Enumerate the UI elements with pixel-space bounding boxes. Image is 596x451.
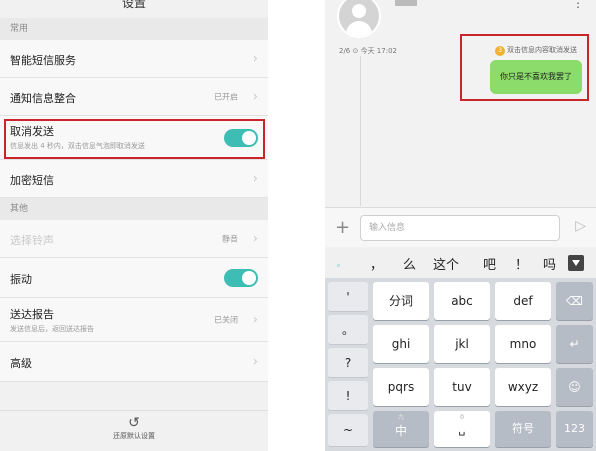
candidate-3[interactable]: 这个 <box>433 254 459 273</box>
row-smart-sms-label: 智能短信服务 <box>10 54 76 67</box>
key-fenci[interactable]: 分词 <box>373 282 429 320</box>
chevron-right-icon: › <box>252 231 258 246</box>
highlight-box-message <box>460 34 589 101</box>
key-chinese-label: 中 <box>394 424 407 438</box>
row-report-sub: 发送信息后，返回送达报告 <box>10 325 94 333</box>
thread-line <box>360 56 361 206</box>
chevron-right-icon: › <box>252 354 258 369</box>
highlight-box-cancel-send <box>4 119 265 159</box>
key-numbers[interactable]: 123 <box>556 411 593 447</box>
key-symbols[interactable]: 符号 <box>495 411 551 447</box>
row-advanced-label: 高级 <box>10 357 32 370</box>
hide-keyboard-icon[interactable] <box>568 255 584 271</box>
candidate-2[interactable]: 么 <box>403 254 416 273</box>
key-mno[interactable]: mno <box>495 325 551 363</box>
settings-title: 设置 <box>121 0 146 10</box>
key-pqrs[interactable]: pqrs <box>373 368 429 406</box>
row-ringtone-value: 静音 <box>222 234 238 243</box>
key-abc[interactable]: abc <box>434 282 490 320</box>
chevron-right-icon: › <box>252 171 258 186</box>
row-notify-value: 已开启 <box>214 92 238 101</box>
chat-screen: ⋮ 2/6 ⊙ 今天 17:02 3 双击信息内容取消发送 你只是不喜欢我罢了 +… <box>325 0 596 451</box>
space-icon: ␣ <box>458 423 466 436</box>
row-report-value: 已关闭 <box>214 315 238 324</box>
key-apostrophe[interactable]: ' <box>328 282 368 312</box>
row-ringtone[interactable]: 选择铃声 静音 › <box>0 220 268 258</box>
chevron-right-icon: › <box>252 312 258 327</box>
section-common: 常用 <box>0 18 268 40</box>
key-chinese-sub: 九 <box>397 414 404 421</box>
screenshot: 设置 常用 智能短信服务 › 通知信息整合 已开启 › 取消发送 信息发出 4 … <box>0 0 596 451</box>
key-question[interactable]: ? <box>328 348 368 378</box>
key-chinese[interactable]: 九 中 <box>373 411 429 447</box>
avatar-head-shape <box>352 4 366 18</box>
row-notify-merge[interactable]: 通知信息整合 已开启 › <box>0 78 268 116</box>
backspace-icon[interactable]: ⌫ <box>556 282 593 320</box>
section-other: 其他 <box>0 198 268 220</box>
reset-defaults-button[interactable]: ↺ 还原默认设置 <box>0 410 268 451</box>
settings-screen: 设置 常用 智能短信服务 › 通知信息整合 已开启 › 取消发送 信息发出 4 … <box>0 0 268 451</box>
chevron-right-icon: › <box>252 89 258 104</box>
row-smart-sms[interactable]: 智能短信服务 › <box>0 40 268 78</box>
row-delivery-report[interactable]: 送达报告 发送信息后，返回送达报告 已关闭 › <box>0 298 268 342</box>
row-encrypt-label: 加密短信 <box>10 174 54 187</box>
candidate-1[interactable]: ， <box>370 254 383 273</box>
message-meta: 2/6 ⊙ 今天 17:02 <box>339 47 397 55</box>
key-def[interactable]: def <box>495 282 551 320</box>
add-attachment-icon[interactable]: + <box>335 217 350 238</box>
candidate-0[interactable]: 。 <box>337 258 345 269</box>
candidate-4[interactable]: 吧 <box>483 254 496 273</box>
emoji-icon[interactable]: ☺ <box>556 368 593 406</box>
key-ghi[interactable]: ghi <box>373 325 429 363</box>
message-input[interactable]: 输入信息 <box>360 215 560 241</box>
avatar[interactable] <box>337 0 381 38</box>
key-wxyz[interactable]: wxyz <box>495 368 551 406</box>
key-space[interactable]: 0 ␣ <box>434 411 490 447</box>
send-icon[interactable]: ▷ <box>575 218 586 234</box>
candidate-bar: 。 ， 么 这个 吧 ！ 吗 <box>325 248 596 278</box>
input-bar: + 输入信息 ▷ <box>325 207 596 247</box>
candidate-5[interactable]: ！ <box>515 254 528 273</box>
chevron-right-icon: › <box>252 51 258 66</box>
row-advanced[interactable]: 高级 › <box>0 342 268 382</box>
key-space-sub: 0 <box>460 414 464 421</box>
more-icon[interactable]: ⋮ <box>572 0 584 10</box>
contact-name-blurred <box>395 0 417 6</box>
key-exclaim[interactable]: ! <box>328 381 368 411</box>
key-tuv[interactable]: tuv <box>434 368 490 406</box>
restore-icon: ↺ <box>128 415 140 431</box>
key-period[interactable]: 。 <box>328 315 368 345</box>
key-jkl[interactable]: jkl <box>434 325 490 363</box>
row-vibrate: 振动 <box>0 258 268 298</box>
candidate-6[interactable]: 吗 <box>543 254 556 273</box>
enter-icon[interactable]: ↵ <box>556 325 593 363</box>
vibrate-toggle[interactable] <box>224 268 258 287</box>
key-tilde[interactable]: ~ <box>328 414 368 447</box>
keyboard: ' 。 ? ! ~ 分词 abc def ghi jkl mno pqrs tu… <box>325 278 596 451</box>
avatar-body-shape <box>346 21 372 36</box>
row-encrypt[interactable]: 加密短信 › <box>0 160 268 198</box>
reset-defaults-label: 还原默认设置 <box>113 432 155 440</box>
